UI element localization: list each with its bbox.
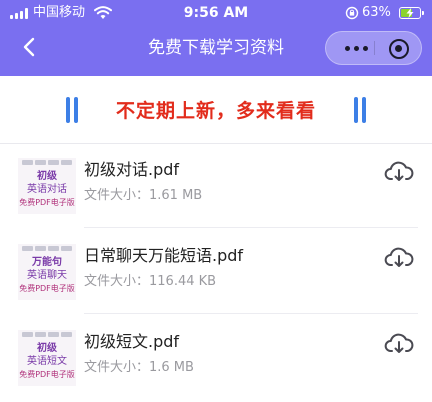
file-size: 文件大小：116.44 KB [84,274,217,289]
banner-text: 不定期上新，多来看看 [115,100,316,122]
cloud-download-icon[interactable] [384,246,414,268]
file-name: 初级短文.pdf [84,332,180,351]
header-bar: 中国移动 9:56 AM 63% 免费下载学习资料 [0,0,432,76]
more-dots-icon[interactable] [340,32,372,64]
capsule-divider [374,41,375,55]
banner-bar-right-1 [354,97,358,123]
file-thumbnail: 初级 英语对话 免费PDF电子版 [18,158,76,214]
target-close-icon[interactable] [389,39,409,59]
orientation-lock-icon [345,6,359,20]
status-bar: 中国移动 9:56 AM 63% [0,0,432,26]
cloud-download-icon[interactable] [384,332,414,354]
file-thumbnail: 初级 英语短文 免费PDF电子版 [18,330,76,386]
banner-bar-right-2 [362,97,366,123]
file-row[interactable]: 初级 英语对话 免费PDF电子版 初级对话.pdf 文件大小：1.61 MB [0,144,432,228]
file-row[interactable]: 万能句 英语聊天 免费PDF电子版 日常聊天万能短语.pdf 文件大小：116.… [0,230,432,314]
file-size: 文件大小：1.6 MB [84,360,194,375]
battery-percent: 63% [362,5,391,20]
cloud-download-icon[interactable] [384,160,414,182]
file-thumbnail: 万能句 英语聊天 免费PDF电子版 [18,244,76,300]
file-size: 文件大小：1.61 MB [84,188,203,203]
promo-banner: 不定期上新，多来看看 [0,76,432,144]
mini-program-capsule [325,31,422,65]
battery-charging-icon [399,7,424,19]
file-name: 日常聊天万能短语.pdf [84,246,244,265]
file-name: 初级对话.pdf [84,160,180,179]
file-row[interactable]: 初级 英语短文 免费PDF电子版 初级短文.pdf 文件大小：1.6 MB [0,316,432,400]
